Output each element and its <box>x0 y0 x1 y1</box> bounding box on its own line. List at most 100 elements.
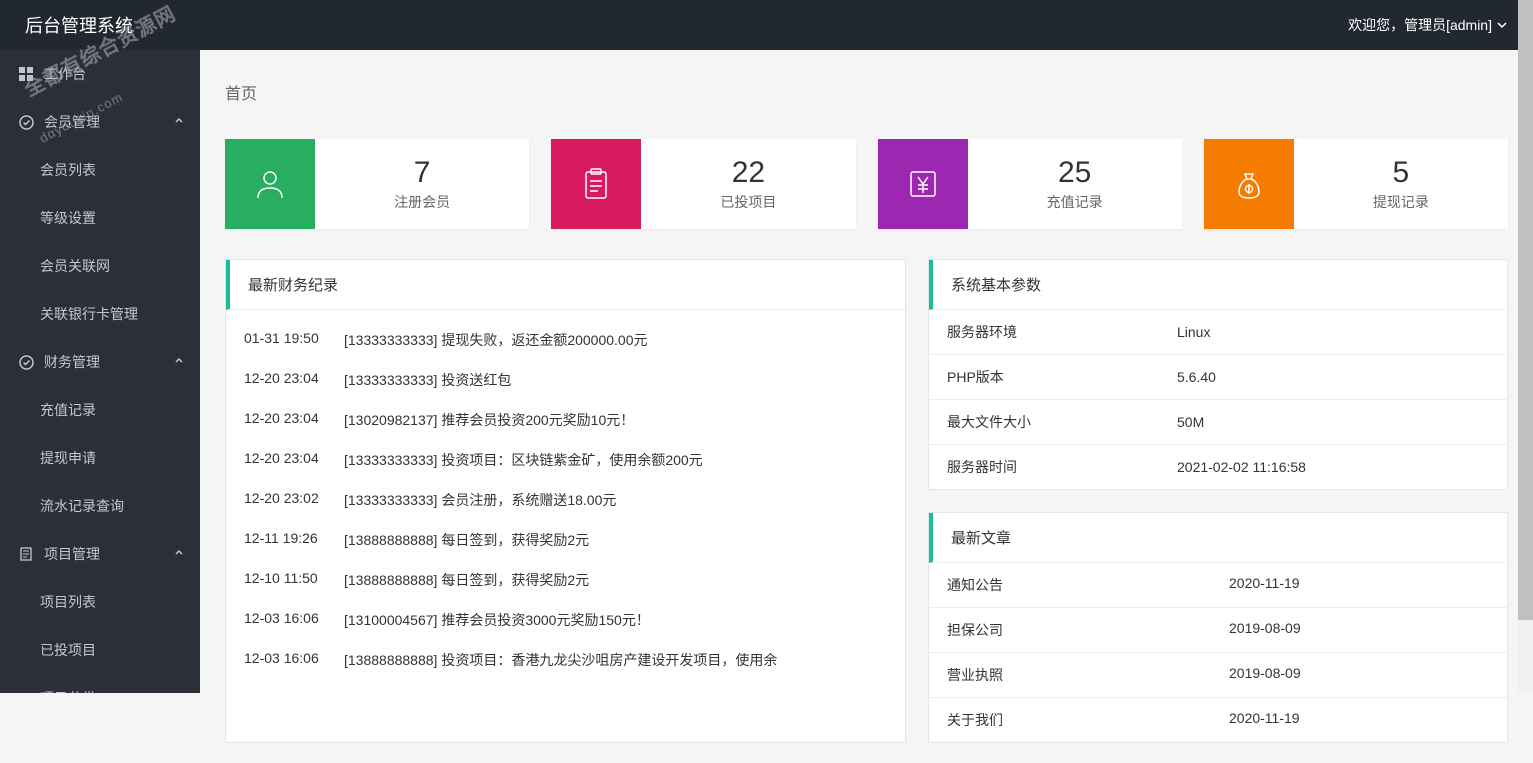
sidebar-item-5[interactable]: 关联银行卡管理 <box>0 290 200 338</box>
articles-panel-title: 最新文章 <box>929 513 1507 563</box>
param-key: 最大文件大小 <box>929 400 1159 445</box>
scrollbar-thumb[interactable] <box>1518 0 1533 620</box>
article-title: 关于我们 <box>947 710 1229 730</box>
sidebar-item-label: 已投项目 <box>40 640 96 660</box>
article-row[interactable]: 通知公告2020-11-19 <box>929 563 1507 608</box>
user-menu[interactable]: 欢迎您，管理员[admin] <box>1348 15 1508 35</box>
system-table: 服务器环境LinuxPHP版本5.6.40最大文件大小50M服务器时间2021-… <box>929 310 1507 489</box>
log-text: [13333333333] 提现失败，返还金额200000.00元 <box>344 330 887 350</box>
finance-panel-title: 最新财务纪录 <box>226 260 905 310</box>
chevron-up-icon <box>173 354 185 370</box>
article-date: 2020-11-19 <box>1229 575 1489 595</box>
articles-body: 通知公告2020-11-19担保公司2019-08-09营业执照2019-08-… <box>929 563 1507 742</box>
sidebar-item-label: 工作台 <box>44 64 86 84</box>
stat-card-1[interactable]: 22已投项目 <box>551 139 855 229</box>
yen-icon <box>878 139 968 229</box>
sidebar-item-0[interactable]: 工作台 <box>0 50 200 98</box>
stat-label: 注册会员 <box>394 192 450 212</box>
stat-card-2[interactable]: 25充值记录 <box>878 139 1182 229</box>
sidebar-item-13[interactable]: 项目分类 <box>0 674 200 693</box>
sidebar-item-11[interactable]: 项目列表 <box>0 578 200 626</box>
circle-check-icon <box>18 114 34 130</box>
param-key: 服务器环境 <box>929 310 1159 355</box>
sidebar-item-4[interactable]: 会员关联网 <box>0 242 200 290</box>
sidebar-item-label: 等级设置 <box>40 208 96 228</box>
sidebar-item-8[interactable]: 提现申请 <box>0 434 200 482</box>
log-text: [13020982137] 推荐会员投资200元奖励10元！ <box>344 410 887 430</box>
article-row[interactable]: 关于我们2020-11-19 <box>929 698 1507 742</box>
article-date: 2019-08-09 <box>1229 665 1489 685</box>
article-date: 2020-11-19 <box>1229 710 1489 730</box>
sidebar-item-12[interactable]: 已投项目 <box>0 626 200 674</box>
sidebar-item-2[interactable]: 会员列表 <box>0 146 200 194</box>
log-row: 01-31 19:50[13333333333] 提现失败，返还金额200000… <box>226 320 905 360</box>
sidebar-item-label: 财务管理 <box>44 352 100 372</box>
user-icon <box>225 139 315 229</box>
article-row[interactable]: 担保公司2019-08-09 <box>929 608 1507 653</box>
article-row[interactable]: 营业执照2019-08-09 <box>929 653 1507 698</box>
log-time: 12-20 23:04 <box>244 450 344 470</box>
log-text: [13888888888] 每日签到，获得奖励2元 <box>344 530 887 550</box>
welcome-text: 欢迎您，管理员[admin] <box>1348 15 1492 35</box>
sidebar-item-9[interactable]: 流水记录查询 <box>0 482 200 530</box>
doc-icon <box>18 546 34 562</box>
sidebar-item-label: 项目列表 <box>40 592 96 612</box>
stat-content: 25充值记录 <box>968 139 1182 229</box>
sidebar-item-label: 会员关联网 <box>40 256 110 276</box>
log-text: [13100004567] 推荐会员投资3000元奖励150元！ <box>344 610 887 630</box>
stat-value: 5 <box>1393 156 1410 190</box>
log-time: 12-10 11:50 <box>244 570 344 590</box>
main-content: 首页 7注册会员22已投项目25充值记录5提现记录 最新财务纪录 01-31 1… <box>200 50 1533 763</box>
panels-row: 最新财务纪录 01-31 19:50[13333333333] 提现失败，返还金… <box>225 259 1508 743</box>
sidebar-item-3[interactable]: 等级设置 <box>0 194 200 242</box>
log-time: 12-20 23:04 <box>244 410 344 430</box>
param-key: PHP版本 <box>929 355 1159 400</box>
log-text: [13333333333] 会员注册，系统赠送18.00元 <box>344 490 887 510</box>
circle-check-icon <box>18 354 34 370</box>
sidebar-item-label: 项目分类 <box>40 688 96 693</box>
sidebar-item-label: 充值记录 <box>40 400 96 420</box>
log-time: 12-20 23:02 <box>244 490 344 510</box>
sidebar-item-label: 流水记录查询 <box>40 496 124 516</box>
log-time: 12-11 19:26 <box>244 530 344 550</box>
table-row: 服务器环境Linux <box>929 310 1507 355</box>
param-key: 服务器时间 <box>929 445 1159 490</box>
param-value: Linux <box>1159 310 1507 355</box>
log-row: 12-20 23:04[13333333333] 投资送红包 <box>226 360 905 400</box>
sidebar-item-label: 会员管理 <box>44 112 100 132</box>
log-row: 12-20 23:04[13333333333] 投资项目：区块链紫金矿，使用余… <box>226 440 905 480</box>
log-time: 01-31 19:50 <box>244 330 344 350</box>
grid-icon <box>18 66 34 82</box>
stat-card-3[interactable]: 5提现记录 <box>1204 139 1508 229</box>
stat-card-0[interactable]: 7注册会员 <box>225 139 529 229</box>
clipboard-icon <box>551 139 641 229</box>
sidebar-item-label: 会员列表 <box>40 160 96 180</box>
sidebar-item-7[interactable]: 充值记录 <box>0 386 200 434</box>
log-row: 12-20 23:04[13020982137] 推荐会员投资200元奖励10元… <box>226 400 905 440</box>
sidebar-item-10[interactable]: 项目管理 <box>0 530 200 578</box>
stat-value: 22 <box>732 156 765 190</box>
app-title: 后台管理系统 <box>25 12 133 38</box>
finance-panel-body: 01-31 19:50[13333333333] 提现失败，返还金额200000… <box>226 310 905 690</box>
stat-content: 7注册会员 <box>315 139 529 229</box>
log-row: 12-11 19:26[13888888888] 每日签到，获得奖励2元 <box>226 520 905 560</box>
stat-label: 提现记录 <box>1373 192 1429 212</box>
system-panel-title: 系统基本参数 <box>929 260 1507 310</box>
sidebar-item-6[interactable]: 财务管理 <box>0 338 200 386</box>
sidebar-item-label: 项目管理 <box>44 544 100 564</box>
stat-label: 充值记录 <box>1047 192 1103 212</box>
scrollbar-track[interactable] <box>1518 0 1533 693</box>
sidebar-item-label: 关联银行卡管理 <box>40 304 138 324</box>
sidebar-item-1[interactable]: 会员管理 <box>0 98 200 146</box>
log-text: [13333333333] 投资项目：区块链紫金矿，使用余额200元 <box>344 450 887 470</box>
log-row: 12-03 16:06[13888888888] 投资项目：香港九龙尖沙咀房产建… <box>226 640 905 680</box>
sidebar-item-label: 提现申请 <box>40 448 96 468</box>
article-title: 担保公司 <box>947 620 1229 640</box>
log-row: 12-03 16:06[13100004567] 推荐会员投资3000元奖励15… <box>226 600 905 640</box>
stats-row: 7注册会员 22已投项目 25充值记录 5提现记录 <box>225 139 1508 229</box>
stat-content: 5提现记录 <box>1294 139 1508 229</box>
table-row: PHP版本5.6.40 <box>929 355 1507 400</box>
stat-content: 22已投项目 <box>641 139 855 229</box>
stat-label: 已投项目 <box>720 192 776 212</box>
moneybag-icon <box>1204 139 1294 229</box>
